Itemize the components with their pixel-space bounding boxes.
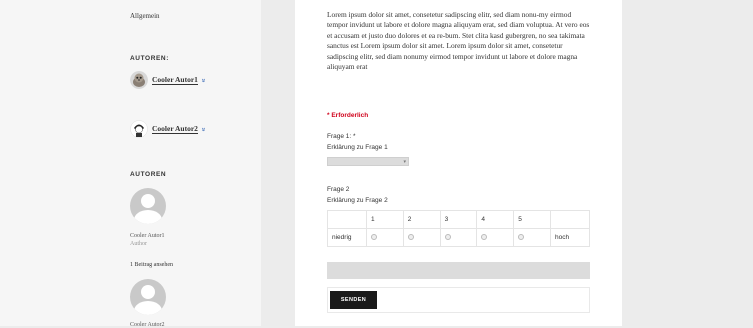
progress-bar <box>327 262 590 279</box>
question1-select[interactable]: ▾ <box>327 157 409 166</box>
author-item-2[interactable]: Cooler Autor2 » <box>130 120 206 138</box>
question2-label: Frage 2 <box>327 186 350 193</box>
author-card-name-1[interactable]: Cooler Autor1 <box>130 233 165 239</box>
sidebar <box>0 0 261 326</box>
author-card-role-1: Author <box>130 241 147 247</box>
author-item-1[interactable]: Cooler Autor1 » <box>130 71 206 89</box>
author-card-name-2[interactable]: Cooler Autor2 <box>130 322 165 328</box>
avatar-placeholder-2 <box>130 279 166 315</box>
scale-label: 5 <box>513 210 551 229</box>
category-link[interactable]: Allgemein <box>130 12 160 20</box>
author-avatar-1 <box>130 71 148 89</box>
chevron-down-icon[interactable]: » <box>199 127 206 131</box>
author-name-1[interactable]: Cooler Autor1 <box>152 75 198 85</box>
question2-explanation: Erklärung zu Frage 2 <box>327 197 388 204</box>
rating-radio-4[interactable] <box>481 233 488 240</box>
rating-radio-3[interactable] <box>444 233 451 240</box>
rating-matrix: 1 2 3 4 5 niedrig hoch <box>327 210 590 247</box>
author-posts-link-1[interactable]: 1 Beitrag ansehen <box>130 262 173 268</box>
scale-label: 1 <box>366 210 404 229</box>
scale-label: 4 <box>476 210 515 229</box>
avatar-placeholder-1 <box>130 188 166 224</box>
submit-button[interactable]: SENDEN <box>330 291 377 309</box>
authors-list-heading: AUTOREN <box>130 171 167 178</box>
rating-options-row: niedrig hoch <box>327 228 590 247</box>
author-name-2[interactable]: Cooler Autor2 <box>152 124 198 134</box>
intro-paragraph: Lorem ipsum dolor sit amet, consetetur s… <box>327 10 590 72</box>
empty-cell <box>550 210 590 229</box>
high-label: hoch <box>550 228 590 247</box>
question1-explanation: Erklärung zu Frage 1 <box>327 144 388 151</box>
scale-label: 3 <box>439 210 478 229</box>
rating-header-row: 1 2 3 4 5 <box>327 210 590 229</box>
chevron-down-icon[interactable]: » <box>199 78 206 82</box>
required-note: * Erforderlich <box>327 112 369 119</box>
rating-radio-2[interactable] <box>407 233 414 240</box>
empty-cell <box>327 210 367 229</box>
authors-widget-heading: AUTOREN: <box>130 55 169 62</box>
rating-radio-1[interactable] <box>371 233 377 240</box>
author-avatar-2 <box>130 120 148 138</box>
chevron-down-icon: ▾ <box>403 159 406 165</box>
low-label: niedrig <box>327 228 367 247</box>
question1-label: Frage 1: * <box>327 133 356 140</box>
rating-radio-5[interactable] <box>518 233 525 240</box>
scale-label: 2 <box>402 210 441 229</box>
